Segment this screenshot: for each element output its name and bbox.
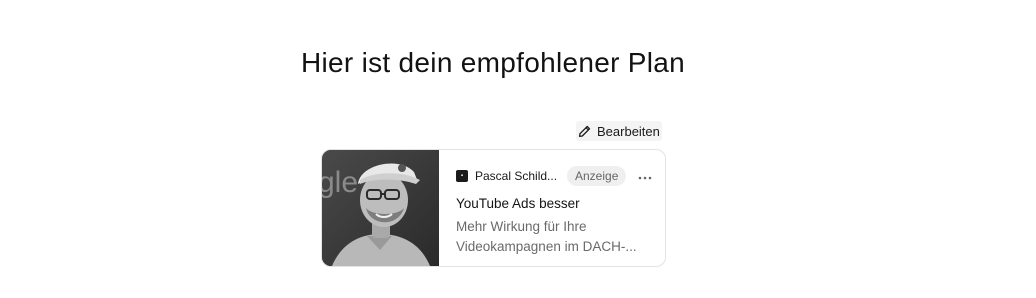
ad-image-background-text: gle [322, 166, 358, 199]
ad-title: YouTube Ads besser [456, 196, 580, 211]
page-title: Hier ist dein empfohlener Plan [300, 47, 686, 78]
pencil-icon [578, 125, 591, 138]
ad-description-line: Videokampagnen im DACH-... [456, 239, 637, 254]
ad-description-line: Mehr Wirkung für Ihre [456, 219, 587, 234]
edit-button-label: Bearbeiten [597, 123, 660, 139]
more-horizontal-icon [638, 167, 652, 185]
more-options-button[interactable] [635, 166, 655, 186]
ad-content: ▪ Pascal Schild... Anzeige YouTube Ads b… [439, 150, 665, 266]
ad-description: Mehr Wirkung für Ihre Videokampagnen im … [456, 217, 652, 257]
edit-button[interactable]: Bearbeiten [576, 121, 662, 141]
ad-image: gle [322, 150, 439, 266]
ad-badge: Anzeige [567, 166, 627, 186]
advertiser[interactable]: ▪ Pascal Schild... [456, 169, 557, 183]
ad-card[interactable]: gle ▪ Pascal Schild... Anzeige YouTube A… [321, 149, 666, 267]
advertiser-logo-icon: ▪ [456, 170, 468, 182]
advertiser-name: Pascal Schild... [475, 169, 558, 183]
